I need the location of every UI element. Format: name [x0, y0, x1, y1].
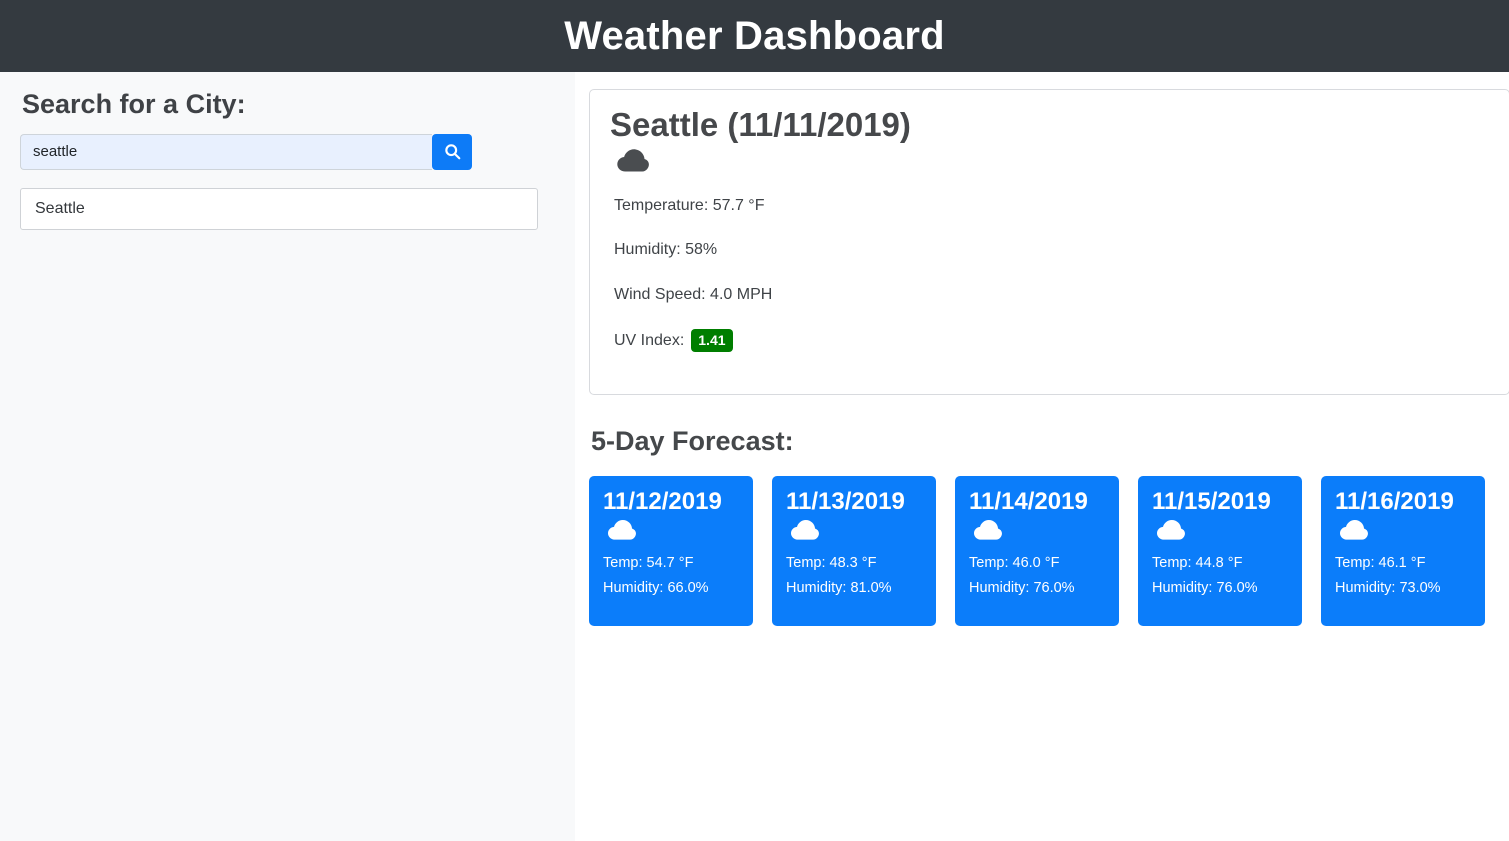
uv-index-row: UV Index: 1.41 — [614, 316, 1489, 352]
search-input[interactable] — [20, 133, 432, 170]
forecast-humidity: Humidity: 66.0% — [603, 580, 709, 597]
page-body: Search for a City: Seattle Seattle (11/1… — [0, 72, 1509, 841]
sidebar: Search for a City: Seattle — [0, 72, 575, 841]
current-city-date: Seattle (11/11/2019) — [610, 106, 911, 143]
forecast-temp: Temp: 46.1 °F — [1335, 555, 1426, 572]
forecast-date: 11/12/2019 — [603, 487, 722, 515]
forecast-humidity: Humidity: 76.0% — [969, 580, 1075, 597]
humidity-value: Humidity: 58% — [614, 241, 718, 259]
main-content: Seattle (11/11/2019) Temperature: 57.7 °… — [575, 72, 1509, 841]
search-icon — [444, 143, 461, 160]
forecast-temp: Temp: 44.8 °F — [1152, 555, 1243, 572]
cloud-icon — [788, 518, 922, 544]
forecast-date: 11/13/2019 — [786, 487, 905, 515]
forecast-card: 11/15/2019 Temp: 44.8 °F Humidity: 76.0% — [1138, 475, 1302, 626]
forecast-temp: Temp: 46.0 °F — [969, 555, 1060, 572]
cloud-icon — [1154, 518, 1288, 544]
search-form — [20, 133, 472, 170]
forecast-card: 11/14/2019 Temp: 46.0 °F Humidity: 76.0% — [955, 475, 1119, 626]
forecast-date: 11/15/2019 — [1152, 487, 1271, 515]
wind-speed-value: Wind Speed: 4.0 MPH — [614, 285, 773, 303]
forecast-humidity: Humidity: 81.0% — [786, 580, 892, 597]
forecast-date: 11/14/2019 — [969, 487, 1088, 515]
page-title: Weather Dashboard — [564, 14, 945, 58]
search-heading: Search for a City: — [22, 89, 246, 119]
cloud-icon — [605, 518, 739, 544]
forecast-temp: Temp: 48.3 °F — [786, 555, 877, 572]
cloud-icon — [971, 518, 1105, 544]
uv-index-label: UV Index: — [614, 331, 685, 349]
search-button[interactable] — [432, 133, 472, 170]
forecast-temp: Temp: 54.7 °F — [603, 555, 694, 572]
forecast-card: 11/13/2019 Temp: 48.3 °F Humidity: 81.0% — [772, 475, 936, 626]
current-weather-card: Seattle (11/11/2019) Temperature: 57.7 °… — [589, 89, 1509, 395]
forecast-card: 11/16/2019 Temp: 46.1 °F Humidity: 73.0% — [1321, 475, 1485, 626]
uv-index-badge: 1.41 — [691, 328, 733, 352]
forecast-row: 11/12/2019 Temp: 54.7 °F Humidity: 66.0%… — [589, 475, 1509, 626]
forecast-card: 11/12/2019 Temp: 54.7 °F Humidity: 66.0% — [589, 475, 753, 626]
app-header: Weather Dashboard — [0, 0, 1509, 72]
temperature-value: Temperature: 57.7 °F — [614, 197, 765, 215]
forecast-date: 11/16/2019 — [1335, 487, 1454, 515]
cloud-icon — [614, 147, 1489, 177]
city-history-list: Seattle — [20, 187, 538, 231]
cloud-icon — [1337, 518, 1471, 544]
forecast-humidity: Humidity: 76.0% — [1152, 580, 1258, 597]
forecast-humidity: Humidity: 73.0% — [1335, 580, 1441, 597]
city-list-item[interactable]: Seattle — [20, 187, 538, 231]
forecast-heading: 5-Day Forecast: — [591, 426, 794, 456]
